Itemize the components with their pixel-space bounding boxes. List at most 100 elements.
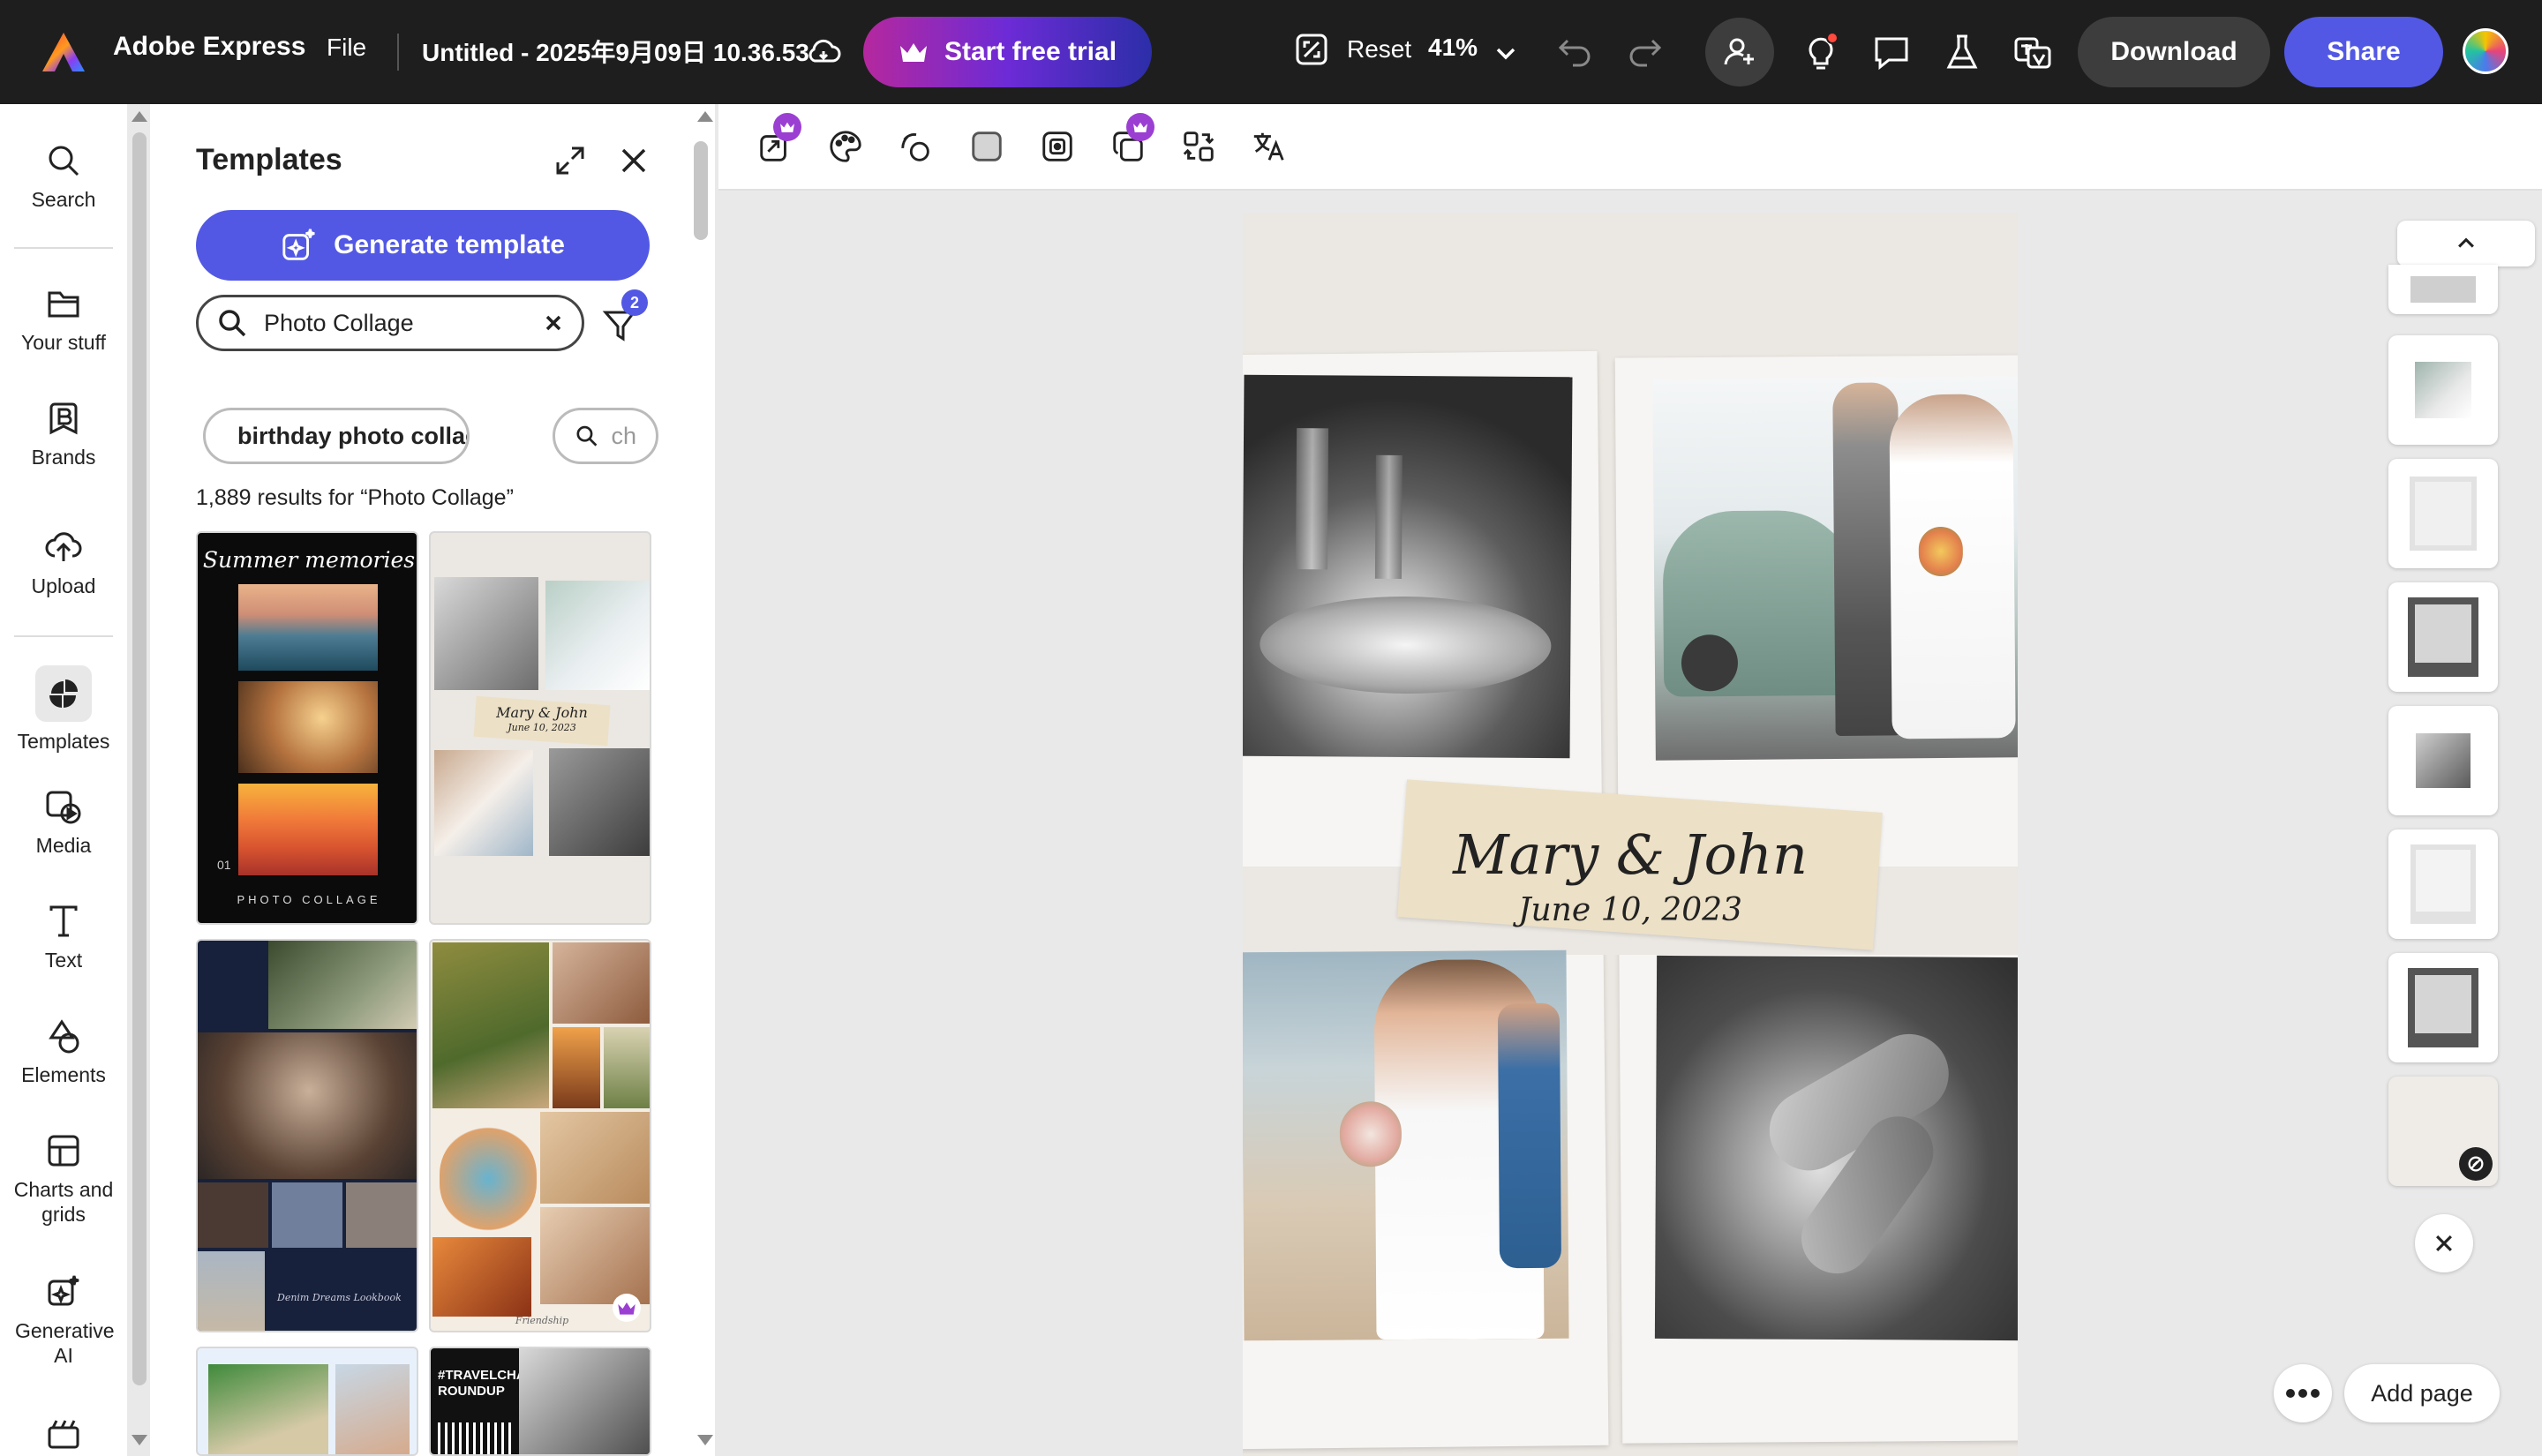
rail-item-templates[interactable]: Templates bbox=[0, 665, 127, 754]
start-free-trial-button[interactable]: Start free trial bbox=[863, 17, 1152, 87]
suggestion-chip[interactable]: ch bbox=[553, 408, 658, 464]
rail-item-brands[interactable]: Brands bbox=[0, 399, 127, 469]
scroll-up-arrow-icon[interactable] bbox=[132, 111, 147, 122]
duplicate-pages-icon[interactable] bbox=[1107, 113, 1154, 168]
close-pages-panel-button[interactable] bbox=[2415, 1214, 2473, 1272]
photo-beach-couple[interactable] bbox=[1243, 949, 1569, 1341]
trial-label: Start free trial bbox=[944, 37, 1117, 66]
thumbnail-photo bbox=[198, 1251, 265, 1331]
cloud-sync-icon[interactable] bbox=[805, 34, 842, 71]
photo-detail bbox=[1295, 428, 1329, 570]
template-thumbnail[interactable]: Mary & John June 10, 2023 bbox=[429, 531, 651, 925]
rail-item-search[interactable]: Search bbox=[0, 141, 127, 212]
top-bar: Adobe Express File Untitled - 2025年9月09日… bbox=[0, 0, 2542, 104]
resize-icon[interactable] bbox=[754, 113, 801, 168]
page-preview bbox=[2415, 362, 2471, 418]
page-thumbnail[interactable] bbox=[2388, 582, 2498, 692]
reset-label: Reset bbox=[1347, 35, 1412, 63]
reset-button[interactable]: Reset bbox=[1294, 32, 1411, 67]
thumbnail-photo bbox=[549, 748, 650, 856]
generate-template-button[interactable]: Generate template bbox=[196, 210, 650, 281]
replace-icon[interactable] bbox=[1177, 125, 1220, 168]
template-thumbnail[interactable]: Summer memories 01 PHOTO COLLAGE bbox=[196, 531, 418, 925]
photo-detail bbox=[1259, 595, 1552, 695]
close-icon[interactable] bbox=[618, 145, 650, 176]
background-color-icon[interactable] bbox=[966, 125, 1008, 168]
suggestion-chip[interactable]: birthday photo collage bbox=[203, 408, 470, 464]
scroll-up-arrow-icon[interactable] bbox=[697, 111, 713, 122]
rail-item-more[interactable] bbox=[0, 1415, 127, 1454]
translate-icon[interactable] bbox=[1248, 125, 1290, 168]
comment-icon[interactable] bbox=[1871, 32, 1912, 72]
template-thumbnail[interactable] bbox=[196, 1347, 418, 1456]
divider bbox=[14, 247, 113, 249]
palette-icon[interactable] bbox=[824, 125, 867, 168]
redo-icon[interactable] bbox=[1626, 34, 1665, 69]
photo-detail bbox=[1339, 1101, 1403, 1167]
zoom-level[interactable]: 41% bbox=[1428, 34, 1478, 62]
page-thumbnail[interactable] bbox=[2388, 953, 2498, 1062]
avatar[interactable] bbox=[2463, 28, 2508, 74]
rail-label: Your stuff bbox=[21, 331, 106, 354]
file-menu[interactable]: File bbox=[327, 34, 366, 62]
scroll-pages-up-button[interactable] bbox=[2397, 221, 2535, 266]
panel-scrollbar[interactable] bbox=[694, 141, 708, 240]
rail-label: Text bbox=[44, 949, 83, 972]
scroll-down-arrow-icon[interactable] bbox=[132, 1435, 147, 1445]
photo-couple-car[interactable] bbox=[1652, 376, 2018, 761]
couple-title[interactable]: Mary & John June 10, 2023 bbox=[1243, 822, 2018, 928]
share-button[interactable]: Share bbox=[2284, 17, 2443, 87]
page-thumbnail[interactable] bbox=[2388, 829, 2498, 939]
page-thumbnail[interactable] bbox=[2388, 1077, 2498, 1186]
template-thumbnail[interactable]: Denim Dreams Lookbook bbox=[196, 939, 418, 1332]
template-thumbnail[interactable]: Friendship bbox=[429, 939, 651, 1332]
template-search-input[interactable]: Photo Collage bbox=[196, 295, 584, 351]
templates-icon bbox=[35, 665, 92, 722]
thumbnail-photo bbox=[438, 1422, 515, 1454]
page-thumbnail[interactable] bbox=[2388, 706, 2498, 815]
brand-kit-icon[interactable] bbox=[1036, 125, 1079, 168]
undo-icon[interactable] bbox=[1555, 34, 1594, 69]
thumbnail-photo bbox=[198, 1032, 417, 1179]
document-title[interactable]: Untitled - 2025年9月09日 10.36.53 bbox=[422, 34, 809, 69]
page-thumbnail[interactable] bbox=[2388, 265, 2498, 314]
scroll-down-arrow-icon[interactable] bbox=[697, 1435, 713, 1445]
rail-item-elements[interactable]: Elements bbox=[0, 1017, 127, 1087]
chevron-down-icon[interactable] bbox=[1492, 39, 1520, 67]
template-thumbnail[interactable]: #TRAVELCHALLENGE ROUNDUP bbox=[429, 1347, 651, 1456]
page-thumbnail[interactable] bbox=[2388, 335, 2498, 445]
rail-item-your-stuff[interactable]: Your stuff bbox=[0, 284, 127, 355]
design-page[interactable]: Mary & John June 10, 2023 bbox=[1243, 214, 2018, 1456]
rail-item-text[interactable]: Text bbox=[0, 902, 127, 972]
adobe-express-logo-icon[interactable] bbox=[41, 31, 86, 73]
rail-item-upload[interactable]: Upload bbox=[0, 528, 127, 598]
rail-scrollbar[interactable] bbox=[132, 132, 147, 1385]
rail-item-media[interactable]: Media bbox=[0, 787, 127, 858]
clear-search-icon[interactable] bbox=[543, 312, 564, 334]
flask-icon[interactable] bbox=[1942, 32, 1982, 72]
translate-icon[interactable] bbox=[2012, 32, 2053, 72]
left-rail: Search Your stuff Brands Upload Template… bbox=[0, 104, 127, 1456]
page-preview bbox=[2416, 733, 2471, 788]
crown-icon bbox=[899, 43, 927, 62]
invite-collaborator-button[interactable] bbox=[1705, 18, 1774, 86]
more-options-button[interactable] bbox=[2274, 1364, 2332, 1422]
page-thumbnail[interactable] bbox=[2388, 459, 2498, 568]
add-page-button[interactable]: Add page bbox=[2344, 1364, 2500, 1422]
photo-table-setting[interactable] bbox=[1243, 374, 1573, 759]
thumbnail-photo bbox=[238, 784, 378, 875]
lightbulb-icon[interactable] bbox=[1801, 32, 1841, 72]
page-preview bbox=[2410, 477, 2477, 551]
expand-icon[interactable] bbox=[553, 143, 588, 178]
rail-item-charts-and-grids[interactable]: Charts and grids bbox=[0, 1131, 127, 1227]
rail-label: Search bbox=[31, 188, 96, 211]
couple-names: Mary & John bbox=[1453, 822, 1808, 887]
rail-item-generative-ai[interactable]: Generative AI bbox=[0, 1272, 127, 1368]
download-button[interactable]: Download bbox=[2078, 17, 2270, 87]
photo-ring-hands[interactable] bbox=[1654, 955, 2018, 1341]
photo-detail bbox=[1918, 526, 1964, 577]
chevron-up-icon bbox=[2458, 237, 2474, 248]
rail-label: Media bbox=[35, 834, 92, 857]
thumbnail-title: #TRAVELCHALLENGE ROUNDUP bbox=[438, 1368, 580, 1399]
animate-icon[interactable] bbox=[895, 125, 937, 168]
